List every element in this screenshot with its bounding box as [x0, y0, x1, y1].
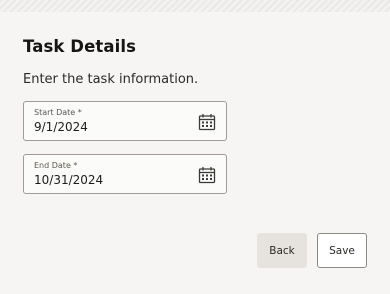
- page-title: Task Details: [23, 37, 137, 56]
- start-date-value[interactable]: 9/1/2024: [34, 120, 88, 135]
- save-button[interactable]: Save: [317, 233, 367, 268]
- start-date-field[interactable]: Start Date * 9/1/2024: [23, 101, 227, 141]
- end-date-value[interactable]: 10/31/2024: [34, 173, 103, 188]
- end-date-field[interactable]: End Date * 10/31/2024: [23, 154, 227, 194]
- header-texture: [0, 0, 390, 12]
- task-details-page: Task Details Enter the task information.…: [0, 0, 390, 294]
- instructions-text: Enter the task information.: [23, 72, 199, 87]
- back-button[interactable]: Back: [257, 233, 307, 268]
- start-date-label: Start Date *: [34, 108, 82, 117]
- calendar-icon[interactable]: [198, 113, 216, 131]
- calendar-icon[interactable]: [198, 166, 216, 184]
- end-date-label: End Date *: [34, 161, 78, 170]
